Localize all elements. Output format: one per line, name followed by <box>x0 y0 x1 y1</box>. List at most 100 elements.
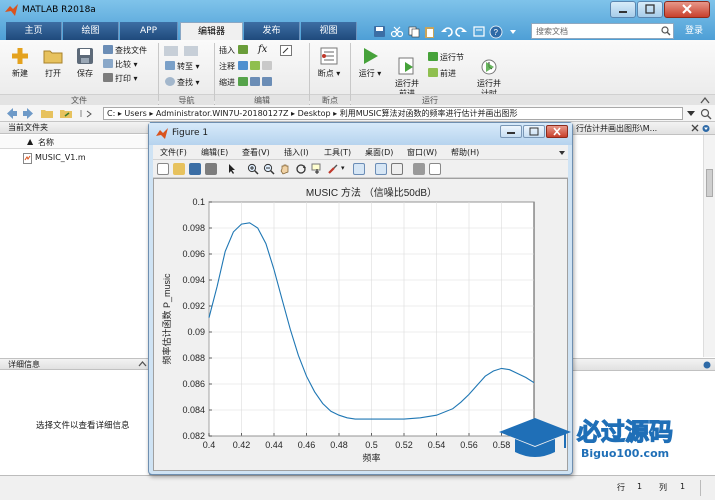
comment-button[interactable]: 注释 <box>219 61 274 72</box>
insert-function-button[interactable]: fx <box>258 44 267 55</box>
indent-button[interactable]: 缩进 <box>219 77 274 88</box>
tab-plots[interactable]: 绘图 <box>63 22 119 40</box>
open-file-icon[interactable] <box>173 163 185 175</box>
tab-editor[interactable]: 编辑器 <box>180 22 243 41</box>
find-files-button[interactable]: 查找文件 <box>103 45 147 56</box>
edit-plot-icon[interactable] <box>227 163 237 175</box>
path-search-icon[interactable] <box>700 108 712 120</box>
menu-file[interactable]: 文件(F) <box>160 147 187 158</box>
nav-back-forward-icon[interactable] <box>163 44 203 58</box>
search-icon[interactable] <box>661 26 671 36</box>
new-figure-icon[interactable] <box>157 163 169 175</box>
advance-button[interactable]: 前进 <box>428 68 456 79</box>
figure-maximize-button[interactable] <box>523 125 545 138</box>
nav-controls <box>7 108 92 119</box>
print-button[interactable]: 打印 ▾ <box>103 73 138 84</box>
forward-arrow-icon[interactable] <box>23 108 33 119</box>
undo-icon[interactable] <box>441 27 453 37</box>
editor-scrollbar[interactable] <box>703 135 715 357</box>
insert-colorbar-icon[interactable] <box>375 163 387 175</box>
details-message: 选择文件以查看详细信息 <box>36 421 130 431</box>
menu-window[interactable]: 窗口(W) <box>407 147 437 158</box>
menu-edit[interactable]: 编辑(E) <box>201 147 228 158</box>
rotate-3d-icon[interactable] <box>295 163 307 175</box>
search-documentation-input[interactable]: 搜索文档 <box>531 23 674 39</box>
name-column-header[interactable]: 名称 <box>38 137 54 148</box>
tab-publish[interactable]: 发布 <box>244 22 300 40</box>
run-section-button[interactable]: 运行节 <box>428 52 464 63</box>
quick-copy-icon[interactable] <box>408 26 420 38</box>
tab-view[interactable]: 视图 <box>301 22 357 40</box>
save-figure-icon[interactable] <box>189 163 201 175</box>
x-tick-label: 0.52 <box>395 440 413 450</box>
x-tick-label: 0.42 <box>233 440 251 450</box>
browse-folder-icon[interactable] <box>60 110 72 118</box>
help-icon[interactable]: ? <box>489 25 503 39</box>
link-plot-icon[interactable] <box>353 163 365 175</box>
print-figure-icon[interactable] <box>205 163 217 175</box>
login-button[interactable]: 登录 <box>678 23 710 39</box>
run-section-label: 运行节 <box>440 53 464 62</box>
save-button[interactable]: 保存 <box>70 46 100 79</box>
y-tick-label: 0.088 <box>182 353 205 363</box>
data-cursor-icon[interactable] <box>311 163 323 175</box>
redo-icon[interactable] <box>455 27 467 37</box>
tab-apps[interactable]: APP <box>120 22 178 40</box>
x-tick-label: 0.4 <box>203 440 216 450</box>
menu-dock-icon[interactable] <box>558 149 566 156</box>
insert-button[interactable]: 插入 <box>219 45 250 56</box>
quick-save-icon[interactable] <box>374 26 385 37</box>
compare-button[interactable]: 比较 ▾ <box>103 59 138 70</box>
zoom-out-icon[interactable] <box>263 163 275 175</box>
breakpoints-button[interactable]: 断点 ▾ <box>313 46 345 79</box>
minimize-icon <box>619 11 627 13</box>
figure-close-button[interactable] <box>546 125 568 138</box>
zoom-in-icon[interactable] <box>247 163 259 175</box>
goto-button[interactable]: 转至 ▾ <box>165 61 200 72</box>
quick-access-dropdown-icon[interactable] <box>510 30 516 34</box>
show-plot-tools-icon[interactable] <box>429 163 441 175</box>
group-separator <box>309 43 310 101</box>
hide-plot-tools-icon[interactable] <box>413 163 425 175</box>
figure-minimize-button[interactable] <box>500 125 522 138</box>
editor-menu-icon[interactable] <box>702 125 710 132</box>
brush-dropdown-icon[interactable]: ▾ <box>341 164 345 172</box>
menu-view[interactable]: 查看(V) <box>242 147 270 158</box>
menu-desktop[interactable]: 桌面(D) <box>365 147 393 158</box>
folder-up-icon[interactable] <box>41 110 53 118</box>
new-file-icon <box>12 48 28 64</box>
new-button[interactable]: 新建 <box>5 46 35 79</box>
editor-close-icon[interactable] <box>691 124 699 132</box>
sort-name-icon[interactable]: ▲ <box>27 137 33 146</box>
editor-scroll-thumb[interactable] <box>706 169 713 197</box>
brush-icon[interactable] <box>327 163 339 175</box>
edit-options-icon[interactable] <box>280 45 292 56</box>
menu-help[interactable]: 帮助(H) <box>451 147 479 158</box>
edit-group-label: 编辑 <box>215 94 309 105</box>
run-and-time-button[interactable]: 运行并 计时 <box>472 46 506 99</box>
watermark-title: 必过源码 <box>577 418 673 446</box>
run-button[interactable]: 运行 ▾ <box>356 46 384 79</box>
find-button[interactable]: 查找 ▾ <box>165 77 200 88</box>
path-dropdown-icon[interactable] <box>686 109 696 117</box>
switch-windows-icon[interactable] <box>473 26 485 37</box>
current-folder-path[interactable]: C: ▸ Users ▸ Administrator.WIN7U-2018012… <box>103 107 683 120</box>
minimize-button[interactable] <box>610 1 636 18</box>
close-button[interactable] <box>664 1 710 18</box>
file-name: MUSIC_V1.m <box>35 153 86 162</box>
command-panel-icon[interactable] <box>702 361 712 369</box>
menu-insert[interactable]: 插入(I) <box>284 147 309 158</box>
back-arrow-icon[interactable] <box>7 108 17 119</box>
maximize-button[interactable] <box>637 1 663 18</box>
details-collapse-icon[interactable] <box>138 360 147 368</box>
insert-legend-icon[interactable] <box>391 163 403 175</box>
collapse-ribbon-icon[interactable] <box>700 96 710 104</box>
open-button[interactable]: 打开 <box>38 46 68 79</box>
pan-hand-icon[interactable] <box>279 163 291 175</box>
tab-home[interactable]: 主页 <box>6 22 62 40</box>
quick-cut-icon[interactable] <box>390 26 404 38</box>
quick-paste-icon[interactable] <box>425 27 434 38</box>
run-and-advance-button[interactable]: 运行并 前进 <box>390 46 424 99</box>
y-tick-labels: 0.082 0.084 0.086 0.088 0.09 0.092 0.094 0.096 0… <box>182 197 205 441</box>
menu-tools[interactable]: 工具(T) <box>324 147 351 158</box>
